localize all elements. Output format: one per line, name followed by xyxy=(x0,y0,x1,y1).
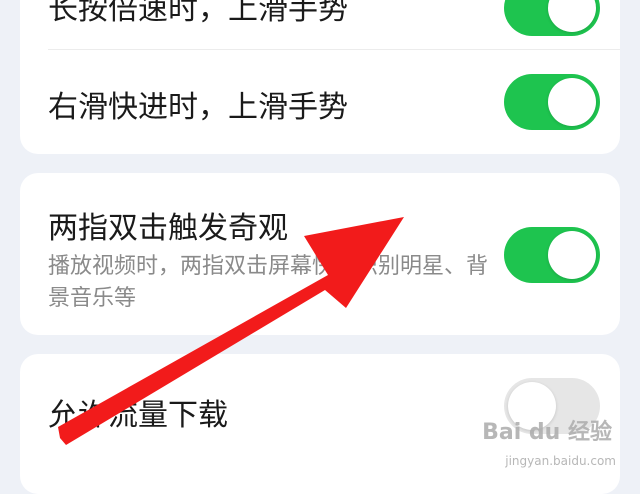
toggle-swipe-fast-forward[interactable] xyxy=(504,74,600,130)
divider xyxy=(48,49,620,50)
toggle-knob xyxy=(548,0,596,32)
setting-label-two-finger-double-tap: 两指双击触发奇观 xyxy=(48,211,288,246)
baidu-watermark-url: jingyan.baidu.com xyxy=(505,454,616,468)
setting-description-two-finger-double-tap: 播放视频时，两指双击屏幕快速识别明星、背景音乐等 xyxy=(48,254,489,311)
gesture-settings-card: 长按倍速时，上滑手势 右滑快进时，上滑手势 xyxy=(20,0,620,154)
two-finger-card: 两指双击触发奇观 播放视频时，两指双击屏幕快速识别明星、背景音乐等 xyxy=(20,173,620,335)
toggle-long-press-speed-swipe[interactable] xyxy=(504,0,600,36)
toggle-two-finger-double-tap[interactable] xyxy=(504,227,600,283)
toggle-knob xyxy=(548,231,596,279)
setting-label-long-press-speed-swipe: 长按倍速时，上滑手势 xyxy=(48,0,348,27)
setting-label-allow-mobile-data-download: 允许流量下载 xyxy=(48,398,228,433)
baidu-watermark: Bai du 经验 xyxy=(482,420,612,445)
setting-label-swipe-fast-forward: 右滑快进时，上滑手势 xyxy=(48,90,348,125)
toggle-knob xyxy=(548,78,596,126)
